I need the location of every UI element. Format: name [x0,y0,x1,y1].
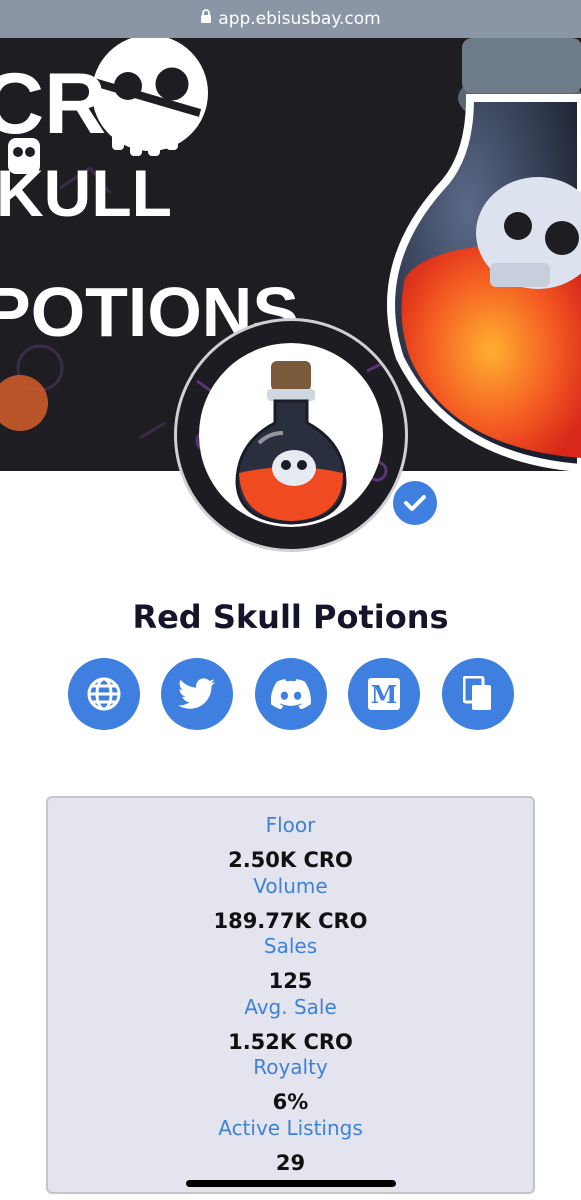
collection-stats: Floor 2.50K CRO Volume 189.77K CRO Sales… [46,796,535,1194]
lock-icon [200,9,212,29]
stat-value-avg-sale: 1.52K CRO [228,1030,353,1054]
stat-label-floor: Floor [265,813,316,837]
home-indicator [186,1180,396,1187]
globe-icon [87,677,121,711]
social-links: M [68,658,514,730]
stat-label-sales: Sales [263,934,318,958]
url-text: app.ebisusbay.com [218,9,381,29]
copy-icon [463,676,491,710]
collection-title: Red Skull Potions [132,598,449,636]
potion-artwork [387,38,581,471]
verified-badge [390,478,440,528]
stat-value-active-listings: 29 [275,1151,306,1175]
svg-text:M: M [371,680,398,709]
stat-label-avg-sale: Avg. Sale [244,995,337,1019]
stat-value-volume: 189.77K CRO [213,909,368,933]
url-bar[interactable]: app.ebisusbay.com [0,0,581,38]
stat-value-floor: 2.50K CRO [228,848,353,872]
checkmark-icon [404,495,426,511]
collection-avatar [174,318,408,552]
stat-label-active-listings: Active Listings [218,1116,363,1140]
potion-bottle-icon [235,361,347,525]
discord-icon [271,679,311,709]
twitter-icon [178,678,215,709]
twitter-button[interactable] [161,658,233,730]
copy-button[interactable] [442,658,514,730]
website-button[interactable] [68,658,140,730]
stat-value-royalty: 6% [272,1090,309,1114]
stat-label-royalty: Royalty [253,1055,328,1079]
discord-button[interactable] [255,658,327,730]
stat-value-sales: 125 [268,969,313,993]
banner-text-1: CR [0,56,106,152]
stat-label-volume: Volume [253,874,328,898]
medium-button[interactable]: M [348,658,420,730]
medium-icon: M [368,678,400,710]
